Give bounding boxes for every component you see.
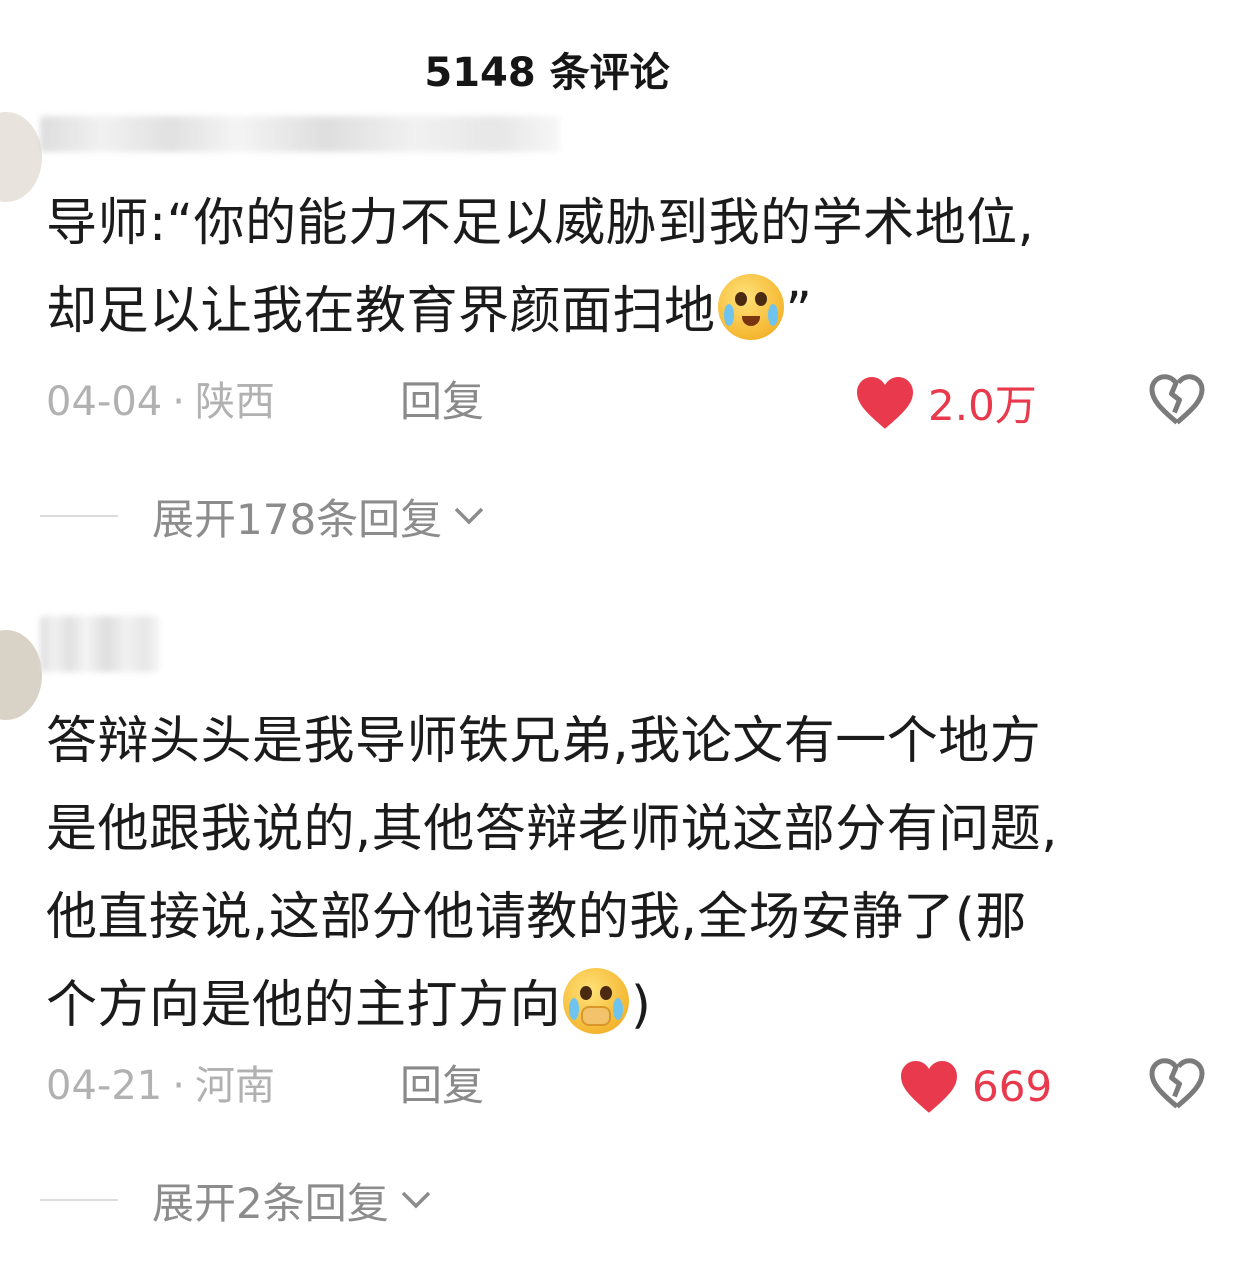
comment-location: 河南 bbox=[194, 1063, 275, 1109]
username-blurred[interactable] bbox=[40, 616, 160, 672]
like-button[interactable]: 2.0万 bbox=[854, 372, 1037, 432]
like-count: 669 bbox=[972, 1061, 1053, 1111]
pleading-face-emoji-icon bbox=[563, 968, 630, 1034]
meta-separator: · bbox=[172, 379, 185, 425]
comment-text-line: 个方向是他的主打方向) bbox=[46, 962, 1226, 1050]
heart-filled-icon bbox=[857, 377, 913, 429]
divider-line bbox=[40, 515, 118, 517]
comment-text-line: 他直接说,这部分他请教的我,全场安静了(那 bbox=[46, 888, 1027, 947]
expand-replies-button[interactable]: 展开178条回复 bbox=[40, 486, 486, 546]
comment-text-line: 是他跟我说的,其他答辩老师说这部分有问题, bbox=[46, 800, 1058, 859]
avatar[interactable] bbox=[0, 112, 42, 202]
comment-date: 04-21 bbox=[46, 1063, 163, 1109]
chevron-down-icon bbox=[401, 1191, 430, 1209]
comment-date: 04-04 bbox=[46, 379, 163, 425]
username-blurred[interactable] bbox=[40, 116, 560, 152]
avatar[interactable] bbox=[0, 630, 42, 720]
expand-replies-label: 展开2条回复 bbox=[152, 1178, 389, 1228]
heart-filled-icon bbox=[901, 1061, 957, 1113]
broken-heart-icon[interactable] bbox=[1146, 370, 1208, 430]
comment-meta: 04-04 · 陕西 bbox=[46, 372, 275, 432]
chevron-down-icon bbox=[454, 507, 484, 525]
comment-text-line: 导师:“你的能力不足以威胁到我的学术地位, bbox=[46, 194, 1035, 253]
expand-replies-label: 展开178条回复 bbox=[152, 494, 443, 544]
comment-text-line: 答辩头头是我导师铁兄弟,我论文有一个地方 bbox=[46, 712, 1042, 771]
reply-button[interactable]: 回复 bbox=[400, 1056, 484, 1116]
reply-button[interactable]: 回复 bbox=[400, 372, 484, 432]
comment-text: 导师:“你的能力不足以威胁到我的学术地位, 却足以让我在教育界颜面扫地” bbox=[46, 180, 1226, 356]
crying-laughing-emoji-icon bbox=[717, 274, 784, 340]
expand-replies-button[interactable]: 展开2条回复 bbox=[40, 1170, 433, 1230]
comment-location: 陕西 bbox=[194, 379, 275, 425]
like-count: 2.0万 bbox=[928, 380, 1037, 430]
comment-meta: 04-21 · 河南 bbox=[46, 1056, 275, 1116]
divider-line bbox=[40, 1199, 118, 1201]
comment-text-line: 却足以让我在教育界颜面扫地” bbox=[46, 268, 1226, 356]
comment-text: 答辩头头是我导师铁兄弟,我论文有一个地方 是他跟我说的,其他答辩老师说这部分有问… bbox=[46, 698, 1226, 1050]
like-button[interactable]: 669 bbox=[898, 1056, 1052, 1116]
broken-heart-icon[interactable] bbox=[1146, 1054, 1208, 1114]
comments-header-title: 5148 条评论 bbox=[424, 50, 670, 96]
meta-separator: · bbox=[172, 1063, 185, 1109]
